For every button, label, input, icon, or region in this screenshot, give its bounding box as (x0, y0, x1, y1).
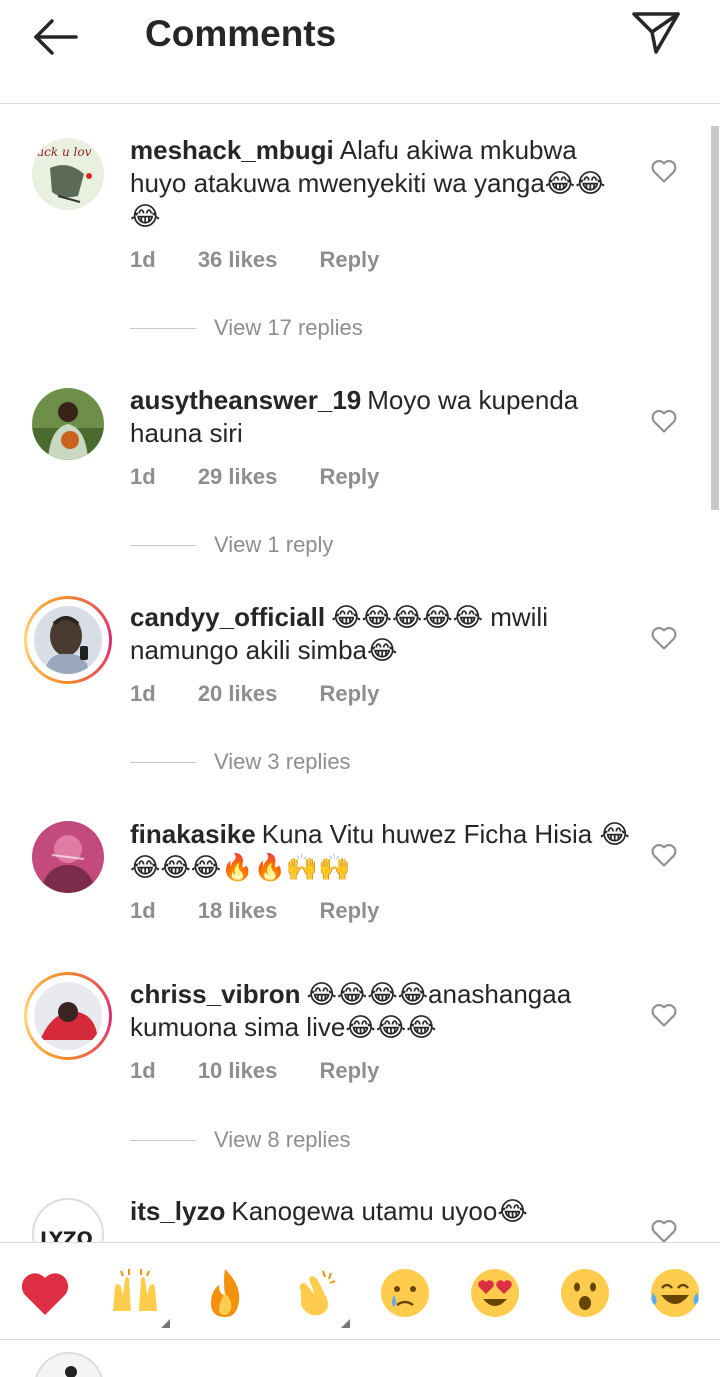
comment-time: 1d (130, 464, 156, 489)
like-heart-icon[interactable] (650, 841, 678, 869)
avatar-logo-text: ack u lov (37, 145, 92, 159)
heart-emoji-button[interactable] (17, 1265, 73, 1321)
comment-meta: 1d 10 likes Reply (130, 1058, 415, 1084)
view-replies-label: View 8 replies (214, 1127, 351, 1152)
scrollbar[interactable] (711, 126, 719, 510)
replies-divider (130, 761, 196, 763)
comment-likes[interactable]: 36 likes (198, 247, 278, 272)
view-replies-button[interactable]: View 17 replies (130, 315, 363, 341)
like-heart-icon[interactable] (650, 1217, 678, 1242)
like-heart-icon[interactable] (650, 407, 678, 435)
comment-username[interactable]: candyy_officiall (130, 602, 325, 632)
reply-button[interactable]: Reply (319, 464, 379, 489)
avatar-logo-text: LYZO (40, 1228, 93, 1242)
variant-indicator (161, 1319, 170, 1328)
reply-button[interactable]: Reply (319, 681, 379, 706)
comment-username[interactable]: meshack_mbugi (130, 135, 334, 165)
comment-text: Kanogewa utamu uyoo😂 (231, 1196, 528, 1226)
crying-face-emoji-button[interactable] (377, 1265, 433, 1321)
comment-username[interactable]: finakasike (130, 819, 256, 849)
comment-username[interactable]: chriss_vibron (130, 979, 301, 1009)
reply-button[interactable]: Reply (319, 1058, 379, 1083)
comment-meta: 1d 20 likes Reply (130, 681, 415, 707)
comment-time: 1d (130, 898, 156, 923)
comment-body: its_lyzo Kanogewa utamu uyoo😂 (130, 1195, 630, 1228)
view-replies-button[interactable]: View 3 replies (130, 749, 351, 775)
reply-button[interactable]: Reply (319, 898, 379, 923)
avatar[interactable]: ack u lov (24, 130, 112, 218)
heart-eyes-emoji-button[interactable] (467, 1265, 523, 1321)
reply-button[interactable]: Reply (319, 247, 379, 272)
like-heart-icon[interactable] (650, 157, 678, 185)
view-replies-label: View 17 replies (214, 315, 363, 340)
comment-body: candyy_officiall 😂😂😂😂😂 mwili namungo akil… (130, 601, 630, 667)
comment-meta: 1d 18 likes Reply (130, 898, 415, 924)
avatar (34, 982, 102, 1050)
comment-list[interactable]: ack u lov meshack_mbugi Alafu akiwa mkubw… (0, 105, 720, 1242)
header-bar: Comments (0, 0, 720, 104)
page-title: Comments (145, 13, 337, 54)
comment-body: meshack_mbugi Alafu akiwa mkubwa huyo ata… (130, 134, 630, 233)
share-send-icon[interactable] (628, 8, 684, 58)
comment-likes[interactable]: 18 likes (198, 898, 278, 923)
avatar-story-ring[interactable] (24, 972, 112, 1060)
comment-username[interactable]: ausytheanswer_19 (130, 385, 361, 415)
surprised-face-emoji-button[interactable] (557, 1265, 613, 1321)
replies-divider (130, 327, 196, 329)
avatar[interactable] (24, 380, 112, 468)
avatar-story-ring[interactable] (24, 596, 112, 684)
laughing-tears-emoji-button[interactable] (647, 1265, 703, 1321)
comment-meta: 1d 29 likes Reply (130, 464, 415, 490)
like-heart-icon[interactable] (650, 624, 678, 652)
replies-divider (130, 544, 196, 546)
back-arrow-icon[interactable] (26, 12, 86, 62)
replies-divider (130, 1139, 196, 1141)
view-replies-label: View 1 reply (214, 532, 334, 557)
variant-indicator (341, 1319, 350, 1328)
avatar[interactable]: LYZO (24, 1190, 112, 1242)
comment-time: 1d (130, 1058, 156, 1083)
avatar[interactable] (24, 813, 112, 901)
current-user-avatar (34, 1352, 104, 1377)
clapping-hands-emoji-button[interactable] (287, 1265, 343, 1321)
comment-likes[interactable]: 10 likes (198, 1058, 278, 1083)
view-replies-label: View 3 replies (214, 749, 351, 774)
view-replies-button[interactable]: View 1 reply (130, 532, 333, 558)
quick-reaction-bar (0, 1242, 720, 1340)
comment-body: finakasike Kuna Vitu huwez Ficha Hisia 😂😂… (130, 818, 630, 884)
like-heart-icon[interactable] (650, 1001, 678, 1029)
comment-likes[interactable]: 20 likes (198, 681, 278, 706)
comment-time: 1d (130, 247, 156, 272)
raising-hands-emoji-button[interactable] (107, 1265, 163, 1321)
comment-body: chriss_vibron 😂😂😂😂anashangaa kumuona sima… (130, 978, 630, 1044)
comment-username[interactable]: its_lyzo (130, 1196, 225, 1226)
comment-likes[interactable]: 29 likes (198, 464, 278, 489)
comment-body: ausytheanswer_19 Moyo wa kupenda hauna si… (130, 384, 630, 450)
view-replies-button[interactable]: View 8 replies (130, 1127, 351, 1153)
fire-emoji-button[interactable] (197, 1265, 253, 1321)
avatar (34, 606, 102, 674)
comment-time: 1d (130, 681, 156, 706)
comment-meta: 1d 36 likes Reply (130, 247, 415, 273)
